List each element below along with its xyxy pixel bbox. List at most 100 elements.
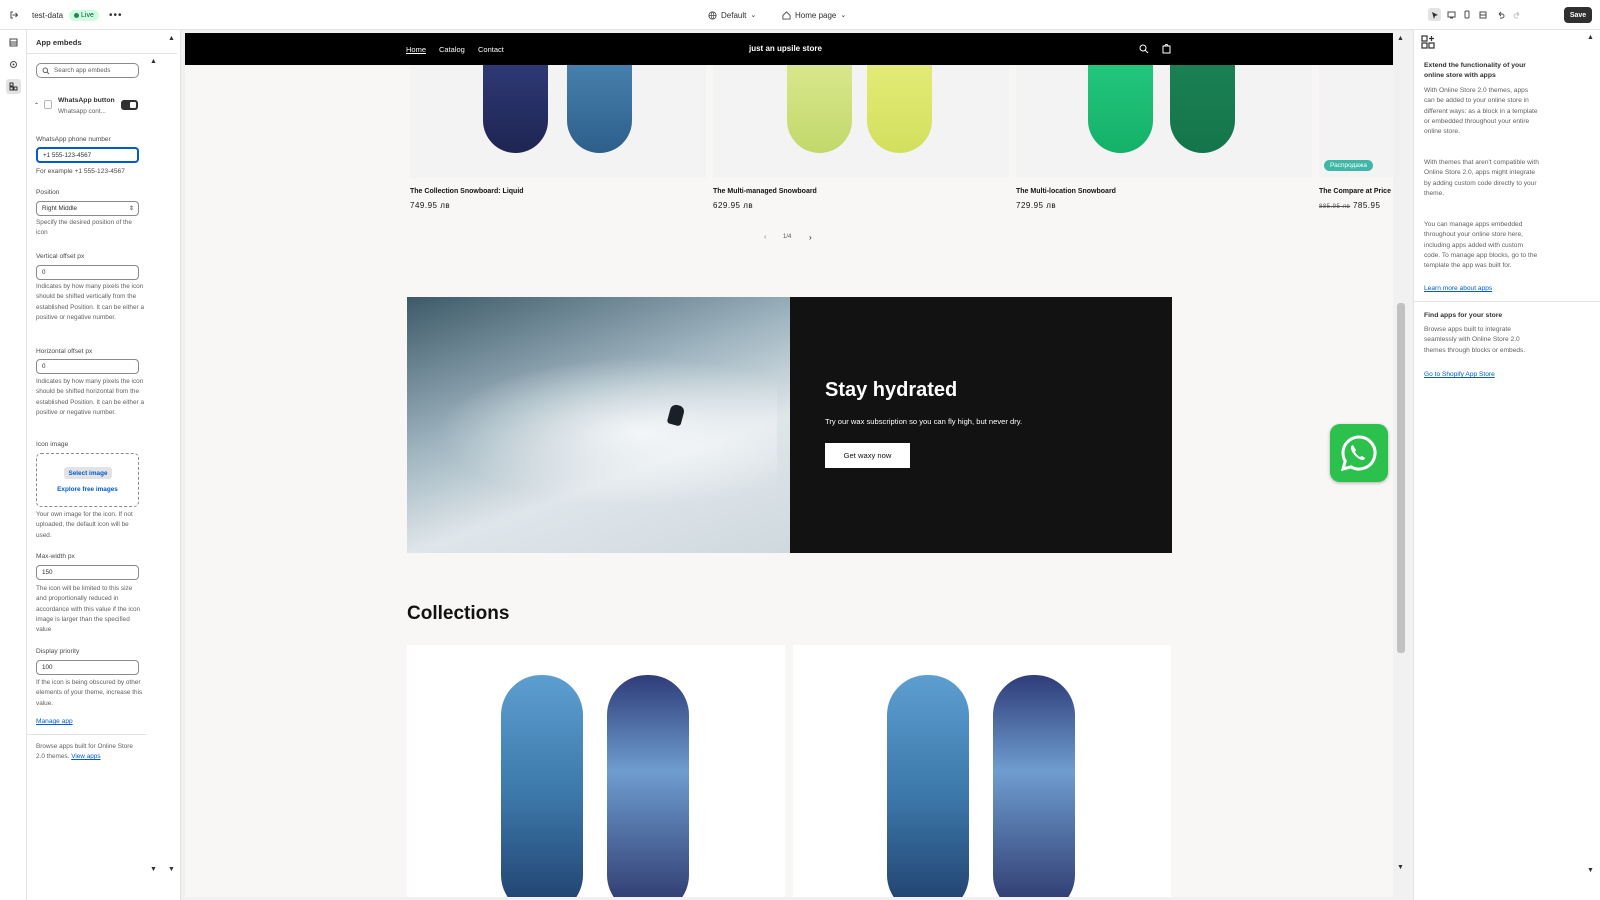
sidebar-title: App embeds [36, 38, 82, 47]
collapse-arrow-icon[interactable]: ▲ [150, 58, 157, 65]
left-rail [0, 30, 27, 900]
desktop-icon[interactable] [1445, 8, 1458, 21]
panel-heading: Extend the functionality of your online … [1424, 62, 1526, 80]
select-image-button[interactable]: Select image [64, 467, 112, 479]
mobile-icon[interactable] [1460, 8, 1473, 21]
hoffset-help: Indicates by how many pixels the icon sh… [36, 378, 144, 416]
hoffset-label: Horizontal offset px [36, 348, 93, 355]
theme-selector[interactable]: Default ⌄ [708, 0, 756, 30]
whatsapp-icon [1340, 435, 1377, 472]
app-block-icon [44, 100, 52, 109]
scroll-down-arrow-icon[interactable]: ▼ [150, 866, 157, 873]
search-input[interactable]: Search app embeds [36, 63, 139, 78]
sale-badge: Распродажа [1324, 160, 1373, 171]
embed-subtitle: Whatsapp cont... [58, 108, 106, 115]
store-name-label: test-data [32, 10, 64, 20]
nav-contact[interactable]: Contact [478, 45, 504, 54]
exit-icon[interactable] [9, 0, 19, 30]
collection-card[interactable] [407, 645, 785, 897]
search-icon[interactable] [1139, 44, 1149, 56]
find-apps-text: Browse apps built to integrate seamlessl… [1424, 326, 1526, 354]
nav-home[interactable]: Home [406, 45, 426, 54]
select-arrows-icon: ⇕ [128, 206, 134, 212]
learn-more-link[interactable]: Learn more about apps [1424, 284, 1539, 294]
store-title[interactable]: just an upsile store [749, 44, 822, 53]
icon-image-dropzone[interactable]: Select image Explore free images [36, 453, 139, 507]
chevron-up-icon[interactable]: ⌃ [34, 102, 39, 109]
app-store-link[interactable]: Go to Shopify App Store [1424, 370, 1539, 380]
product-price-row: 885.95 лв 785.95 [1319, 201, 1380, 210]
scroll-up-arrow-icon[interactable]: ▲ [168, 35, 175, 42]
theme-label: Default [721, 10, 747, 20]
position-select[interactable]: Right Middle ⇕ [36, 201, 139, 216]
product-price: 749.95 лв [410, 201, 451, 210]
embed-toggle[interactable] [121, 100, 138, 110]
inspector-icon[interactable] [1428, 8, 1441, 21]
icon-image-label: Icon image [36, 441, 69, 448]
cart-icon[interactable] [1161, 43, 1172, 56]
hoffset-input[interactable]: 0 [36, 359, 139, 374]
view-apps-link[interactable]: View apps [71, 753, 100, 760]
globe-icon [708, 10, 717, 20]
scroll-up-arrow-icon[interactable]: ▲ [1397, 35, 1404, 42]
scroll-down-arrow-icon[interactable]: ▼ [168, 866, 175, 873]
product-title[interactable]: The Multi-managed Snowboard [713, 188, 817, 195]
scrollbar-thumb[interactable] [1397, 303, 1405, 653]
scroll-down-arrow-icon[interactable]: ▼ [1397, 864, 1404, 871]
home-icon [782, 10, 791, 20]
nav-catalog[interactable]: Catalog [439, 45, 465, 54]
whatsapp-floating-button[interactable] [1330, 424, 1388, 482]
panel-paragraph: You can manage apps embedded throughout … [1424, 221, 1538, 270]
preview-canvas: Распродажа The Collection Snowboard: Liq… [181, 30, 1413, 900]
redo-icon[interactable] [1510, 8, 1523, 21]
chevron-down-icon: ⌄ [840, 12, 847, 19]
pagination-counter: 1/4 [783, 234, 792, 240]
status-badge-wrap: Live [65, 0, 99, 30]
priority-label: Display priority [36, 648, 80, 655]
collection-card[interactable] [793, 645, 1171, 897]
app-embeds-icon[interactable] [6, 79, 21, 94]
maxwidth-input[interactable]: 150 [36, 565, 139, 580]
save-button[interactable]: Save [1564, 7, 1592, 23]
position-label: Position [36, 189, 60, 196]
prev-arrow-icon[interactable]: ‹ [764, 234, 766, 241]
priority-value: 100 [42, 664, 53, 671]
product-title[interactable]: The Compare at Price [1319, 188, 1391, 195]
product-title[interactable]: The Collection Snowboard: Liquid [410, 188, 524, 195]
settings-gear-icon[interactable] [6, 57, 21, 72]
page-selector[interactable]: Home page ⌄ [782, 0, 846, 30]
snowboard-image [993, 675, 1075, 897]
voffset-label: Vertical offset px [36, 253, 85, 260]
status-badge: Live [69, 9, 99, 21]
maxwidth-label: Max-width px [36, 553, 75, 560]
priority-help: If the icon is being obscured by other e… [36, 679, 143, 707]
hoffset-value: 0 [42, 363, 46, 370]
product-price: 785.95 [1352, 201, 1381, 210]
manage-app-link[interactable]: Manage app [36, 718, 73, 725]
live-dot-icon [74, 12, 79, 18]
divider [1414, 301, 1600, 302]
fullscreen-icon[interactable] [1476, 8, 1489, 21]
phone-input[interactable]: +1 555-123-4567 [36, 147, 139, 163]
preview-scrollbar[interactable]: ▲ ▼ [1395, 33, 1407, 897]
next-arrow-icon[interactable]: › [809, 233, 812, 242]
hero-cta-button[interactable]: Get waxy now [825, 443, 910, 468]
priority-input[interactable]: 100 [36, 660, 139, 675]
phone-value: +1 555-123-4567 [43, 151, 92, 159]
product-title[interactable]: The Multi-location Snowboard [1016, 188, 1116, 195]
voffset-help: Indicates by how many pixels the icon sh… [36, 283, 144, 321]
store-name[interactable]: test-data [32, 0, 63, 30]
explore-images-link[interactable]: Explore free images [37, 486, 138, 493]
sections-icon[interactable] [6, 35, 21, 50]
position-help: Specify the desired position of the icon [36, 219, 132, 237]
compare-price: 885.95 лв [1319, 204, 1351, 210]
panel-paragraph: With Online Store 2.0 themes, apps can b… [1424, 87, 1538, 136]
browse-apps-text: Browse apps built for Online Store 2.0 t… [36, 742, 136, 763]
snowboarder-image [407, 297, 790, 553]
undo-icon[interactable] [1494, 8, 1507, 21]
more-actions-icon[interactable]: ••• [109, 0, 123, 30]
scroll-up-arrow-icon[interactable]: ▲ [1587, 34, 1594, 41]
voffset-input[interactable]: 0 [36, 265, 139, 280]
status-label: Live [81, 11, 94, 19]
scroll-down-arrow-icon[interactable]: ▼ [1587, 867, 1594, 874]
